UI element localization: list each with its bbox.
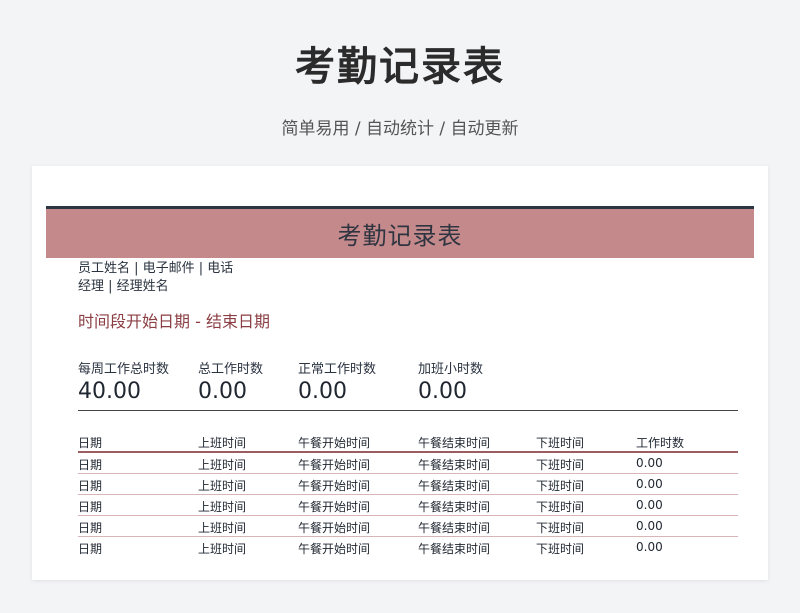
table-cell[interactable]: 上班时间 — [198, 540, 246, 557]
table-cell[interactable]: 上班时间 — [198, 519, 246, 536]
stat-value[interactable]: 0.00 — [198, 379, 263, 404]
table-cell[interactable]: 日期 — [78, 498, 102, 515]
table-cell[interactable]: 午餐结束时间 — [418, 519, 490, 536]
table-cell[interactable]: 日期 — [78, 456, 102, 473]
table-cell[interactable]: 午餐开始时间 — [298, 540, 370, 557]
manager-line[interactable]: 经理 | 经理姓名 — [78, 278, 754, 296]
contact-info: 员工姓名 | 电子邮件 | 电话 经理 | 经理姓名 — [46, 260, 754, 296]
column-header[interactable]: 工作时数 — [636, 434, 684, 451]
employee-contact-line[interactable]: 员工姓名 | 电子邮件 | 电话 — [78, 260, 754, 278]
stat-label: 每周工作总时数 — [78, 362, 170, 377]
stat-weekly-hours: 每周工作总时数 40.00 — [78, 358, 169, 404]
table-row: 日期 上班时间 午餐开始时间 午餐结束时间 下班时间 0.00 — [78, 474, 738, 495]
table-cell[interactable]: 上班时间 — [198, 456, 246, 473]
table-row: 日期 上班时间 午餐开始时间 午餐结束时间 下班时间 0.00 — [78, 516, 738, 537]
spreadsheet-preview-card: 考勤记录表 员工姓名 | 电子邮件 | 电话 经理 | 经理姓名 时间段开始日期… — [32, 166, 768, 580]
stat-value[interactable]: 40.00 — [78, 379, 169, 404]
table-row: 日期 上班时间 午餐开始时间 午餐结束时间 下班时间 0.00 — [78, 453, 738, 474]
table-cell[interactable]: 午餐开始时间 — [298, 519, 370, 536]
table-cell[interactable]: 午餐结束时间 — [418, 540, 490, 557]
table-cell[interactable]: 午餐结束时间 — [418, 456, 490, 473]
table-cell[interactable]: 下班时间 — [536, 456, 584, 473]
timesheet-table: 日期 上班时间 午餐开始时间 午餐结束时间 下班时间 工作时数 日期 上班时间 … — [78, 433, 738, 557]
table-header-row: 日期 上班时间 午餐开始时间 午餐结束时间 下班时间 工作时数 — [78, 433, 738, 453]
page-subtitle: 简单易用 / 自动统计 / 自动更新 — [281, 119, 519, 139]
table-cell[interactable]: 下班时间 — [536, 498, 584, 515]
table-cell[interactable]: 日期 — [78, 477, 102, 494]
stat-total-hours: 总工作时数 0.00 — [198, 358, 263, 404]
table-cell[interactable]: 午餐开始时间 — [298, 456, 370, 473]
table-row: 日期 上班时间 午餐开始时间 午餐结束时间 下班时间 0.00 — [78, 495, 738, 516]
stat-regular-hours: 正常工作时数 0.00 — [298, 358, 376, 404]
table-cell[interactable]: 午餐结束时间 — [418, 498, 490, 515]
column-header[interactable]: 下班时间 — [536, 434, 584, 451]
table-cell[interactable]: 午餐结束时间 — [418, 477, 490, 494]
table-cell[interactable]: 午餐开始时间 — [298, 477, 370, 494]
page-title: 考勤记录表 — [295, 44, 505, 90]
stat-label: 加班小时数 — [418, 362, 484, 377]
summary-stats: 每周工作总时数 40.00 总工作时数 0.00 正常工作时数 0.00 加班小… — [78, 358, 738, 411]
column-header[interactable]: 日期 — [78, 434, 102, 451]
table-cell[interactable]: 0.00 — [636, 477, 663, 491]
column-header[interactable]: 午餐结束时间 — [418, 434, 490, 451]
table-cell[interactable]: 下班时间 — [536, 477, 584, 494]
stat-overtime-hours: 加班小时数 0.00 — [418, 358, 483, 404]
table-cell[interactable]: 午餐开始时间 — [298, 498, 370, 515]
table-cell[interactable]: 上班时间 — [198, 477, 246, 494]
column-header[interactable]: 上班时间 — [198, 434, 246, 451]
table-row: 日期 上班时间 午餐开始时间 午餐结束时间 下班时间 0.00 — [78, 537, 738, 557]
table-cell[interactable]: 0.00 — [636, 540, 663, 554]
table-cell[interactable]: 日期 — [78, 540, 102, 557]
table-cell[interactable]: 上班时间 — [198, 498, 246, 515]
stat-value[interactable]: 0.00 — [418, 379, 483, 404]
table-cell[interactable]: 0.00 — [636, 519, 663, 533]
stat-label: 总工作时数 — [198, 362, 264, 377]
column-header[interactable]: 午餐开始时间 — [298, 434, 370, 451]
table-cell[interactable]: 0.00 — [636, 498, 663, 512]
table-cell[interactable]: 下班时间 — [536, 519, 584, 536]
table-cell[interactable]: 下班时间 — [536, 540, 584, 557]
period-range[interactable]: 时间段开始日期 - 结束日期 — [46, 308, 754, 332]
stat-label: 正常工作时数 — [298, 362, 377, 377]
table-cell[interactable]: 0.00 — [636, 456, 663, 470]
table-cell[interactable]: 日期 — [78, 519, 102, 536]
timesheet-title-banner[interactable]: 考勤记录表 — [46, 206, 754, 258]
stat-value[interactable]: 0.00 — [298, 379, 376, 404]
timesheet: 考勤记录表 员工姓名 | 电子邮件 | 电话 经理 | 经理姓名 时间段开始日期… — [46, 206, 754, 557]
